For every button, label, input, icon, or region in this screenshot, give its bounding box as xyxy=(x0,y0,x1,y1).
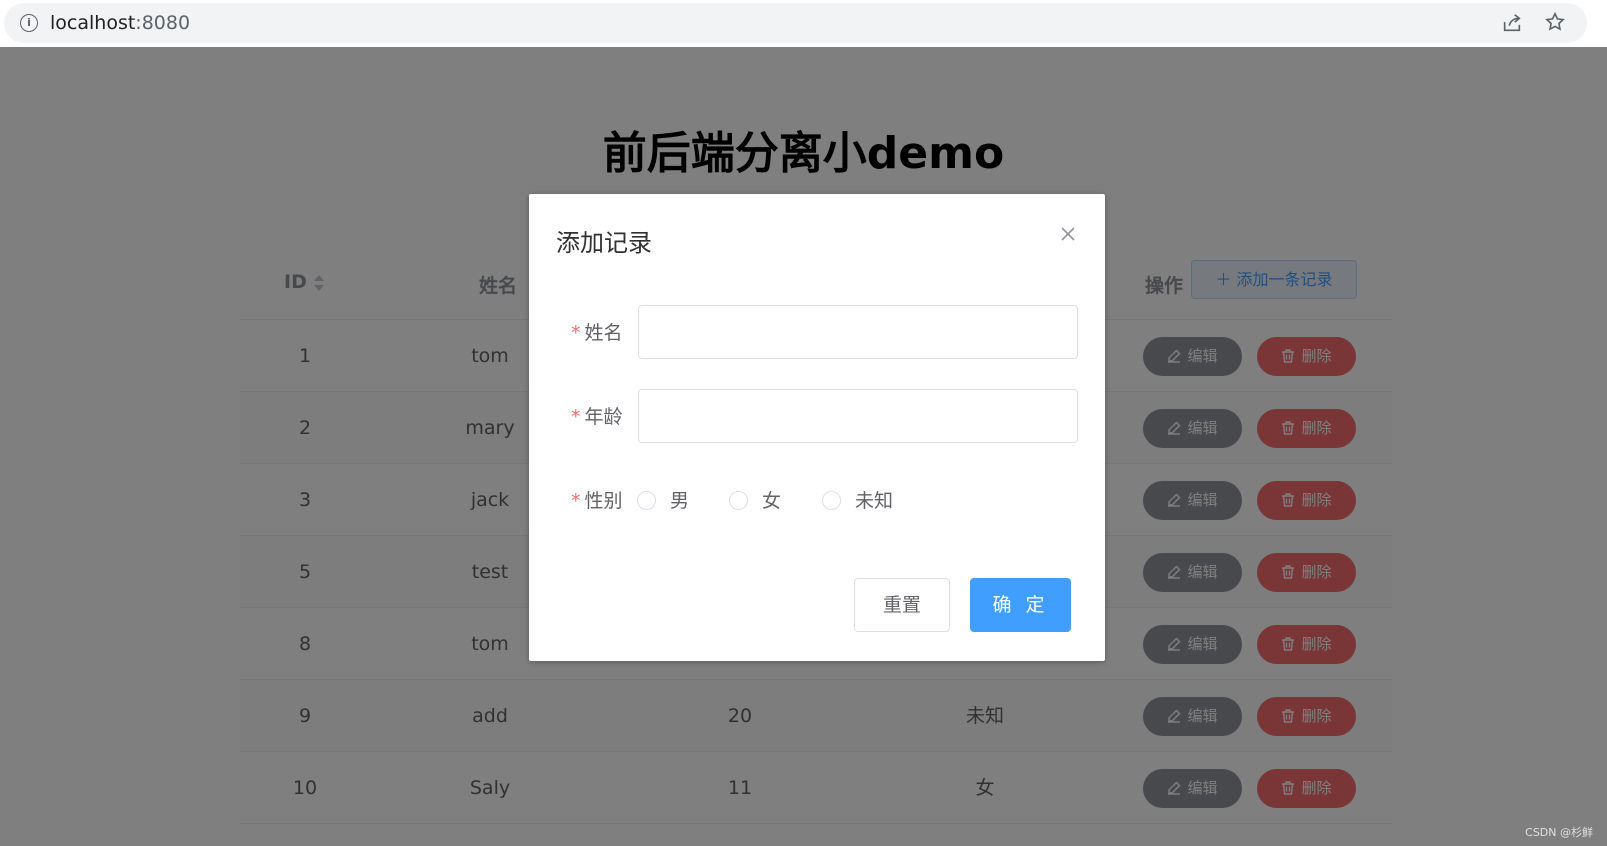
name-input[interactable] xyxy=(638,305,1078,359)
required-mark: * xyxy=(571,322,581,344)
gender-label-text: 性别 xyxy=(584,490,623,512)
watermark: CSDN @杉鲜 xyxy=(1525,826,1593,839)
gender-radio-unknown[interactable]: 未知 xyxy=(822,486,893,513)
radio-label: 未知 xyxy=(855,490,894,512)
close-icon[interactable] xyxy=(1060,226,1076,242)
radio-circle[interactable] xyxy=(822,491,841,510)
gender-radio-male[interactable]: 男 xyxy=(637,486,689,513)
radio-circle[interactable] xyxy=(637,491,656,510)
age-input[interactable] xyxy=(638,389,1078,443)
url-host: localhost xyxy=(50,12,136,34)
radio-label: 女 xyxy=(762,490,782,512)
address-bar[interactable]: i localhost:8080 xyxy=(4,3,1587,43)
bookmark-star-icon[interactable] xyxy=(1544,11,1566,33)
info-icon[interactable]: i xyxy=(20,14,38,32)
name-label-text: 姓名 xyxy=(584,322,623,344)
required-mark: * xyxy=(571,490,581,512)
age-label-text: 年龄 xyxy=(584,406,623,428)
gender-radio-female[interactable]: 女 xyxy=(729,486,781,513)
browser-toolbar: i localhost:8080 xyxy=(0,0,1607,47)
url-text[interactable]: localhost:8080 xyxy=(50,12,190,34)
share-icon[interactable] xyxy=(1501,12,1523,34)
radio-label: 男 xyxy=(670,490,690,512)
radio-circle[interactable] xyxy=(729,491,748,510)
confirm-button[interactable]: 确 定 xyxy=(970,578,1071,632)
dialog-title: 添加记录 xyxy=(556,229,652,257)
required-mark: * xyxy=(571,406,581,428)
add-record-dialog: 添加记录 * 姓名 * 年龄 * 性别 男 女 未知 重置 确 定 xyxy=(529,194,1105,661)
url-port: :8080 xyxy=(135,12,191,34)
reset-button[interactable]: 重置 xyxy=(854,578,950,632)
